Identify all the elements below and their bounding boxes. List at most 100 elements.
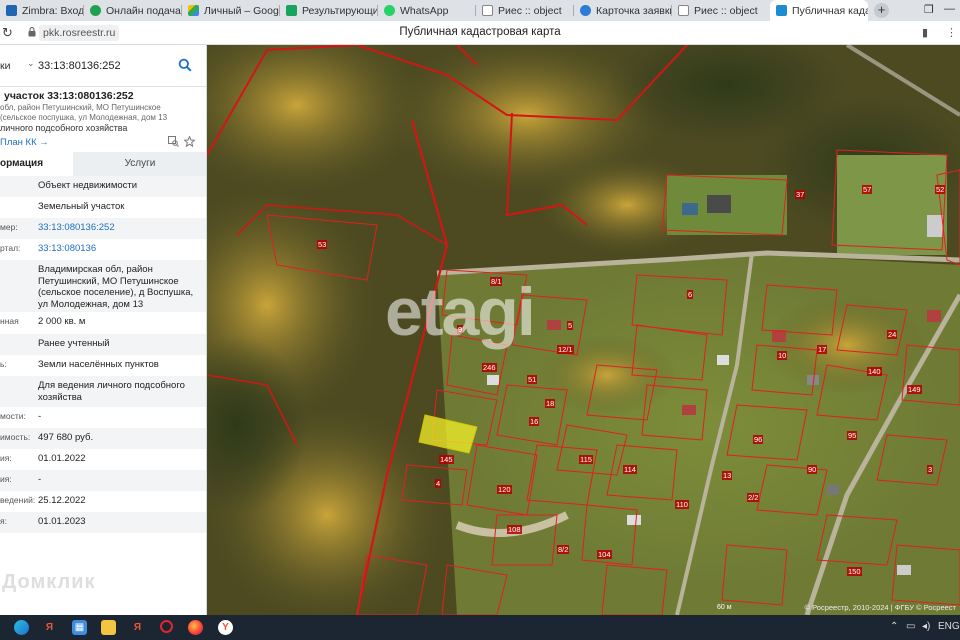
browser-tab[interactable]: Zimbra: Входящие <box>0 0 84 21</box>
domclick-watermark: Домклик <box>2 571 96 593</box>
quarter-link[interactable]: 33:13:080136 <box>38 243 203 255</box>
edge-icon[interactable] <box>14 620 29 635</box>
tab-services[interactable]: Услуги <box>73 152 206 176</box>
property-row: я: 01.01.2023 <box>0 512 206 533</box>
plot-label: 140 <box>867 367 882 376</box>
plot-label: 145 <box>439 455 454 464</box>
plot-label: 16 <box>529 417 540 426</box>
property-value: 01.01.2022 <box>38 453 86 464</box>
minimize-icon[interactable]: — <box>944 3 955 15</box>
browser-tab-active[interactable]: Публичная кадаст ✕ <box>770 0 868 21</box>
property-row: ь: Земли населённых пунктов <box>0 355 206 376</box>
bookmark-icon[interactable]: ▮ <box>922 26 928 39</box>
yandex-alt-icon[interactable]: Y <box>218 620 233 635</box>
explorer-icon[interactable] <box>101 620 116 635</box>
tab-label: Публичная кадаст <box>792 4 868 17</box>
tab-search-icon[interactable]: ❐ <box>924 3 934 16</box>
property-value: Земли населённых пунктов <box>38 359 159 370</box>
plot-label: 18 <box>545 399 556 408</box>
property-key: ртал: <box>0 243 21 253</box>
yandex-icon[interactable]: Я <box>42 620 57 635</box>
menu-icon[interactable]: ⋮ <box>946 26 957 39</box>
map-copyright: © Росреестр, 2010-2024 | ФГБУ © Росреест <box>804 603 957 612</box>
browser-tab[interactable]: Онлайн подача заг <box>84 0 182 21</box>
property-row: Земельный участок <box>0 197 206 218</box>
page-title: Публичная кадастровая карта <box>399 26 561 38</box>
plot-label: 13 <box>722 471 733 480</box>
plan-kk-link[interactable]: План КК → <box>0 137 49 148</box>
browser-tab[interactable]: Карточка заявки <box>574 0 672 21</box>
new-tab-button[interactable]: + <box>874 3 889 18</box>
tab-label: Риес :: object <box>694 4 758 17</box>
panel-tabs: ормация Услуги <box>0 152 206 176</box>
whatsapp-icon <box>384 5 395 16</box>
browser-tab[interactable]: Результирующие П <box>280 0 378 21</box>
google-drive-icon <box>188 5 199 16</box>
firefox-icon[interactable] <box>188 620 203 635</box>
plot-label: 6 <box>687 290 694 299</box>
property-value: Владимирская обл, район Петушинский, МО … <box>38 264 194 310</box>
sheets-icon <box>286 5 297 16</box>
plot-label: 96 <box>753 435 764 444</box>
property-row: ведений: 25.12.2022 <box>0 491 206 512</box>
search-input[interactable] <box>38 57 173 75</box>
plot-label: 90 <box>807 465 818 474</box>
page-icon <box>678 5 689 16</box>
rosreestr-icon <box>776 5 787 16</box>
zimbra-icon <box>6 5 17 16</box>
browser-tab[interactable]: Личный – Google Д <box>182 0 280 21</box>
plot-label: 52 <box>935 185 946 194</box>
plot-label: 115 <box>579 455 593 464</box>
property-value: - <box>38 411 42 422</box>
chevron-down-icon[interactable]: ⌄ <box>27 58 35 69</box>
property-row: нная 2 000 кв. м <box>0 312 206 334</box>
cadastral-number-link[interactable]: 33:13:080136:252 <box>38 222 203 234</box>
plot-label: 110 <box>675 500 689 509</box>
property-key: ия: <box>0 474 12 484</box>
tray-arrow-icon[interactable]: ⌃ <box>890 621 898 632</box>
property-key: я: <box>0 516 7 526</box>
search-category-select[interactable]: ки <box>0 60 10 72</box>
property-row: Объект недвижимости <box>0 176 206 197</box>
search-icon[interactable] <box>178 58 192 72</box>
object-title: участок 33:13:080136:252 <box>4 90 134 102</box>
plot-label: 108 <box>507 525 522 534</box>
plot-label: 114 <box>623 465 637 474</box>
property-key: ведений: <box>0 495 36 505</box>
plot-label: 246 <box>482 363 497 372</box>
property-value: Для ведения личного подсобного хозяйства <box>38 380 185 403</box>
tab-information[interactable]: ормация <box>0 152 73 176</box>
star-icon[interactable] <box>184 136 195 147</box>
tab-label: Онлайн подача заг <box>106 4 182 17</box>
property-key: мер: <box>0 222 18 232</box>
property-row: ртал: 33:13:080136 <box>0 239 206 260</box>
browser-tab[interactable]: WhatsApp <box>378 0 476 21</box>
volume-icon[interactable]: ◂) <box>922 621 930 632</box>
plot-label: 149 <box>907 385 922 394</box>
tab-label: Личный – Google Д <box>204 4 280 17</box>
tab-label: Карточка заявки <box>596 4 672 17</box>
address-bar: ↻ pkk.rosreestr.ru Публичная кадастровая… <box>0 21 960 45</box>
language-indicator[interactable]: ENG <box>938 621 960 632</box>
properties-list: Объект недвижимости Земельный участок ме… <box>0 176 206 533</box>
property-row: Ранее учтенный <box>0 334 206 355</box>
object-address: обл, район Петушинский, МО Петушинское (… <box>0 103 168 122</box>
browser-tab[interactable]: Риес :: object <box>672 0 770 21</box>
browser-tab[interactable]: Риес :: object <box>476 0 574 21</box>
property-row: Владимирская обл, район Петушинский, МО … <box>0 260 206 312</box>
yandex-browser-icon[interactable]: Я <box>130 620 145 635</box>
plot-label: 3 <box>927 465 934 474</box>
network-icon[interactable]: ▭ <box>906 621 915 632</box>
property-row: мости: - <box>0 407 206 428</box>
store-icon[interactable]: ▦ <box>72 620 87 635</box>
plot-label: 5 <box>567 321 574 330</box>
etagi-watermark: etagi <box>385 274 536 350</box>
map-view[interactable]: 53 57 52 8/1 6 5 12/1 37 246 18 16 145 1… <box>207 45 960 615</box>
property-row: Для ведения личного подсобного хозяйства <box>0 376 206 407</box>
zoom-to-icon[interactable] <box>168 136 179 147</box>
plot-label: 150 <box>847 567 862 576</box>
property-row: ия: 01.01.2022 <box>0 449 206 470</box>
opera-icon[interactable] <box>160 620 173 633</box>
property-row: имость: 497 680 руб. <box>0 428 206 449</box>
plot-label: 57 <box>862 185 873 194</box>
